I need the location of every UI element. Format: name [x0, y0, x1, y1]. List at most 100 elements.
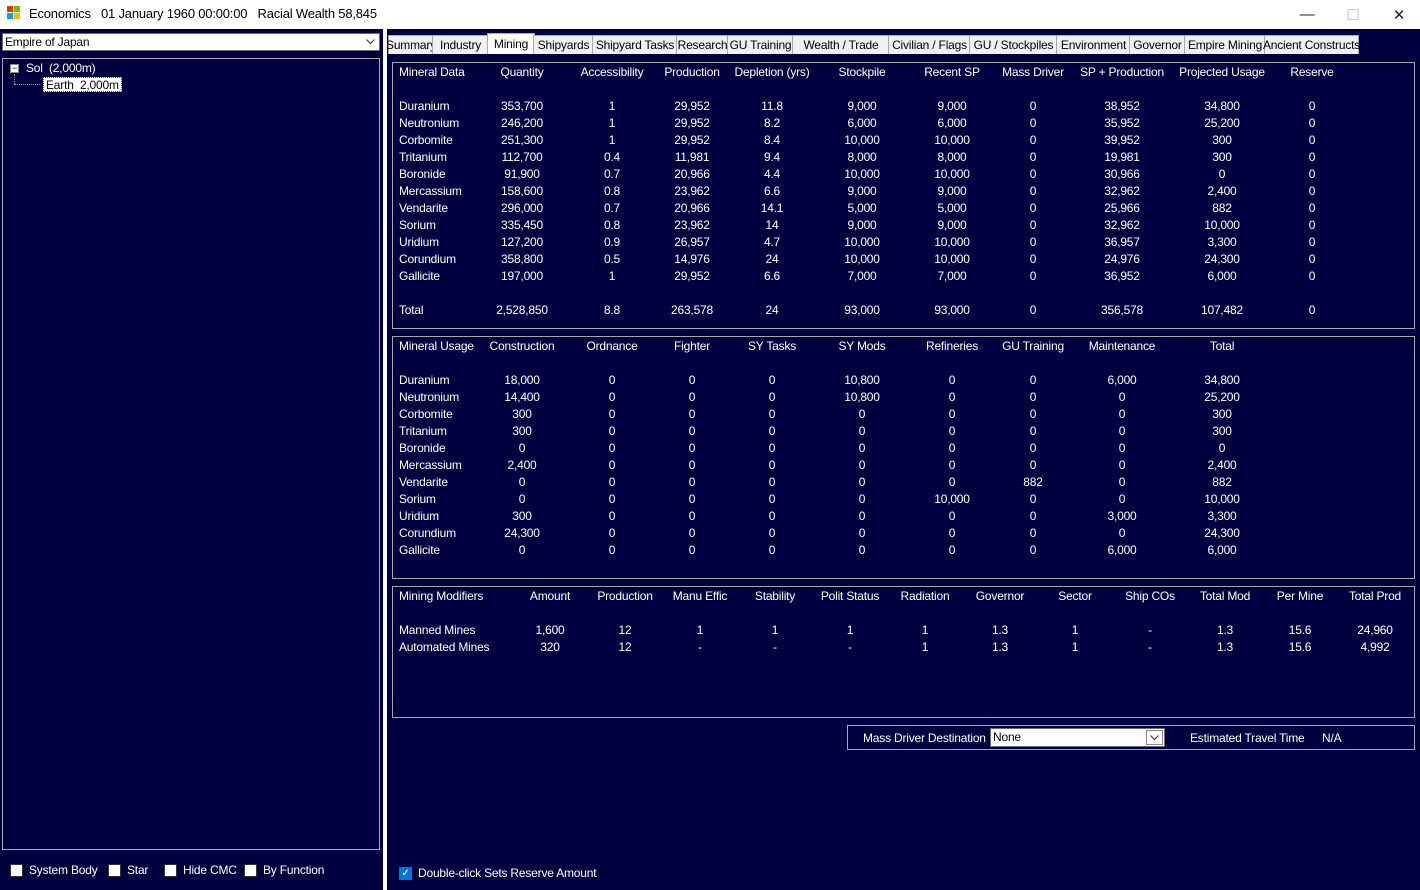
- table-cell[interactable]: 0: [1309, 99, 1316, 113]
- tab-empire-mining[interactable]: Empire Mining: [1184, 35, 1266, 54]
- table-cell[interactable]: 14.1: [761, 201, 784, 215]
- chevron-down-icon[interactable]: [362, 34, 379, 50]
- mineral-name[interactable]: Corbomite: [399, 133, 453, 147]
- table-cell[interactable]: 9,000: [847, 218, 876, 232]
- table-cell[interactable]: 25,966: [1104, 201, 1140, 215]
- table-cell[interactable]: 35,952: [1104, 116, 1140, 130]
- table-cell[interactable]: 300: [1212, 150, 1232, 164]
- table-cell[interactable]: 24,976: [1104, 252, 1140, 266]
- table-cell[interactable]: 0.4: [604, 150, 620, 164]
- table-cell[interactable]: 36,957: [1104, 235, 1140, 249]
- table-cell[interactable]: 6,000: [847, 116, 876, 130]
- table-cell[interactable]: 10,000: [844, 133, 880, 147]
- table-cell[interactable]: 9,000: [937, 184, 966, 198]
- table-cell[interactable]: 39,952: [1104, 133, 1140, 147]
- tab-shipyards[interactable]: Shipyards: [533, 35, 594, 54]
- tab-gu-stockpiles[interactable]: GU / Stockpiles: [969, 35, 1058, 54]
- table-cell[interactable]: 36,952: [1104, 269, 1140, 283]
- tree-collapse-icon[interactable]: −: [10, 64, 19, 73]
- table-cell[interactable]: 1: [609, 133, 616, 147]
- table-cell[interactable]: 0: [1309, 218, 1316, 232]
- table-cell[interactable]: 10,000: [844, 252, 880, 266]
- table-cell[interactable]: 358,800: [501, 252, 543, 266]
- tab-governor[interactable]: Governor: [1129, 35, 1186, 54]
- mineral-name[interactable]: Boronide: [399, 167, 446, 181]
- tab-summary[interactable]: Summary: [386, 35, 436, 54]
- table-cell[interactable]: 7,000: [937, 269, 966, 283]
- table-cell[interactable]: 23,962: [674, 218, 710, 232]
- table-cell[interactable]: 9.4: [764, 150, 780, 164]
- table-cell[interactable]: 0.9: [604, 235, 620, 249]
- table-cell[interactable]: 11.8: [761, 99, 783, 113]
- table-cell[interactable]: 335,450: [501, 218, 543, 232]
- table-cell[interactable]: 246,200: [501, 116, 543, 130]
- table-cell[interactable]: 0: [1030, 150, 1037, 164]
- table-cell[interactable]: 0: [1030, 201, 1037, 215]
- table-cell[interactable]: 10,000: [1204, 218, 1240, 232]
- table-cell[interactable]: 0.7: [604, 201, 620, 215]
- table-cell[interactable]: 8.2: [764, 116, 780, 130]
- mineral-name[interactable]: Tritanium: [399, 150, 447, 164]
- table-cell[interactable]: 38,952: [1104, 99, 1140, 113]
- table-cell[interactable]: 8.4: [764, 133, 780, 147]
- mineral-name[interactable]: Gallicite: [399, 269, 440, 283]
- table-cell[interactable]: 9,000: [847, 99, 876, 113]
- table-cell[interactable]: 0: [1309, 201, 1316, 215]
- table-cell[interactable]: 300: [1212, 133, 1232, 147]
- tab-ancient-constructs[interactable]: Ancient Constructs: [1263, 35, 1360, 54]
- table-cell[interactable]: 20,966: [674, 201, 710, 215]
- table-cell[interactable]: 1: [609, 269, 616, 283]
- table-cell[interactable]: 0: [1030, 99, 1037, 113]
- tab-research[interactable]: Research: [676, 35, 729, 54]
- table-cell[interactable]: 24: [766, 252, 779, 266]
- table-cell[interactable]: 29,952: [674, 116, 710, 130]
- maximize-button[interactable]: ☐: [1330, 0, 1376, 29]
- table-cell[interactable]: 0: [1030, 252, 1037, 266]
- table-cell[interactable]: 26,957: [674, 235, 710, 249]
- system-body-checkbox[interactable]: System Body: [10, 863, 98, 877]
- table-cell[interactable]: 9,000: [937, 99, 966, 113]
- table-cell[interactable]: 4.7: [764, 235, 780, 249]
- table-cell[interactable]: 14: [766, 218, 779, 232]
- empire-select[interactable]: Empire of Japan: [2, 33, 380, 51]
- tab-industry[interactable]: Industry: [432, 35, 489, 54]
- table-cell[interactable]: 6.6: [764, 184, 780, 198]
- by-function-checkbox[interactable]: By Function: [244, 863, 324, 877]
- table-cell[interactable]: 0.5: [604, 252, 620, 266]
- table-cell[interactable]: 9,000: [847, 184, 876, 198]
- table-cell[interactable]: 112,700: [501, 150, 542, 164]
- table-cell[interactable]: 882: [1212, 201, 1232, 215]
- table-cell[interactable]: 10,000: [934, 133, 970, 147]
- checkbox-box[interactable]: [244, 863, 257, 877]
- close-button[interactable]: ✕: [1376, 0, 1420, 29]
- table-cell[interactable]: 2,400: [1207, 184, 1236, 198]
- table-cell[interactable]: 29,952: [674, 269, 710, 283]
- table-cell[interactable]: 5,000: [847, 201, 876, 215]
- checkbox-box[interactable]: [164, 863, 177, 877]
- table-cell[interactable]: 19,981: [1104, 150, 1140, 164]
- table-cell[interactable]: 0: [1030, 116, 1037, 130]
- table-cell[interactable]: 0: [1030, 269, 1037, 283]
- checkbox-box[interactable]: [108, 863, 121, 877]
- chevron-down-icon[interactable]: [1146, 730, 1163, 745]
- mineral-name[interactable]: Corundium: [399, 252, 456, 266]
- tree-node-system[interactable]: Sol (2,000m): [26, 61, 96, 75]
- table-cell[interactable]: 10,000: [934, 252, 970, 266]
- table-cell[interactable]: 5,000: [937, 201, 966, 215]
- tab-gu-training[interactable]: GU Training: [727, 35, 794, 54]
- table-cell[interactable]: 8,000: [937, 150, 966, 164]
- table-cell[interactable]: 10,000: [844, 167, 880, 181]
- table-cell[interactable]: 14,976: [674, 252, 710, 266]
- mineral-name[interactable]: Duranium: [399, 99, 450, 113]
- table-cell[interactable]: 1: [609, 116, 616, 130]
- table-cell[interactable]: 0: [1309, 235, 1316, 249]
- minimize-button[interactable]: —: [1284, 0, 1330, 29]
- table-cell[interactable]: 29,952: [674, 133, 710, 147]
- table-cell[interactable]: 0: [1309, 116, 1316, 130]
- system-tree[interactable]: − Sol (2,000m) Earth 2,000m: [2, 58, 380, 850]
- mineral-name[interactable]: Neutronium: [399, 116, 459, 130]
- table-cell[interactable]: 1: [609, 99, 616, 113]
- table-cell[interactable]: 34,800: [1204, 99, 1240, 113]
- checkbox-box[interactable]: [10, 863, 23, 877]
- table-cell[interactable]: 9,000: [937, 218, 966, 232]
